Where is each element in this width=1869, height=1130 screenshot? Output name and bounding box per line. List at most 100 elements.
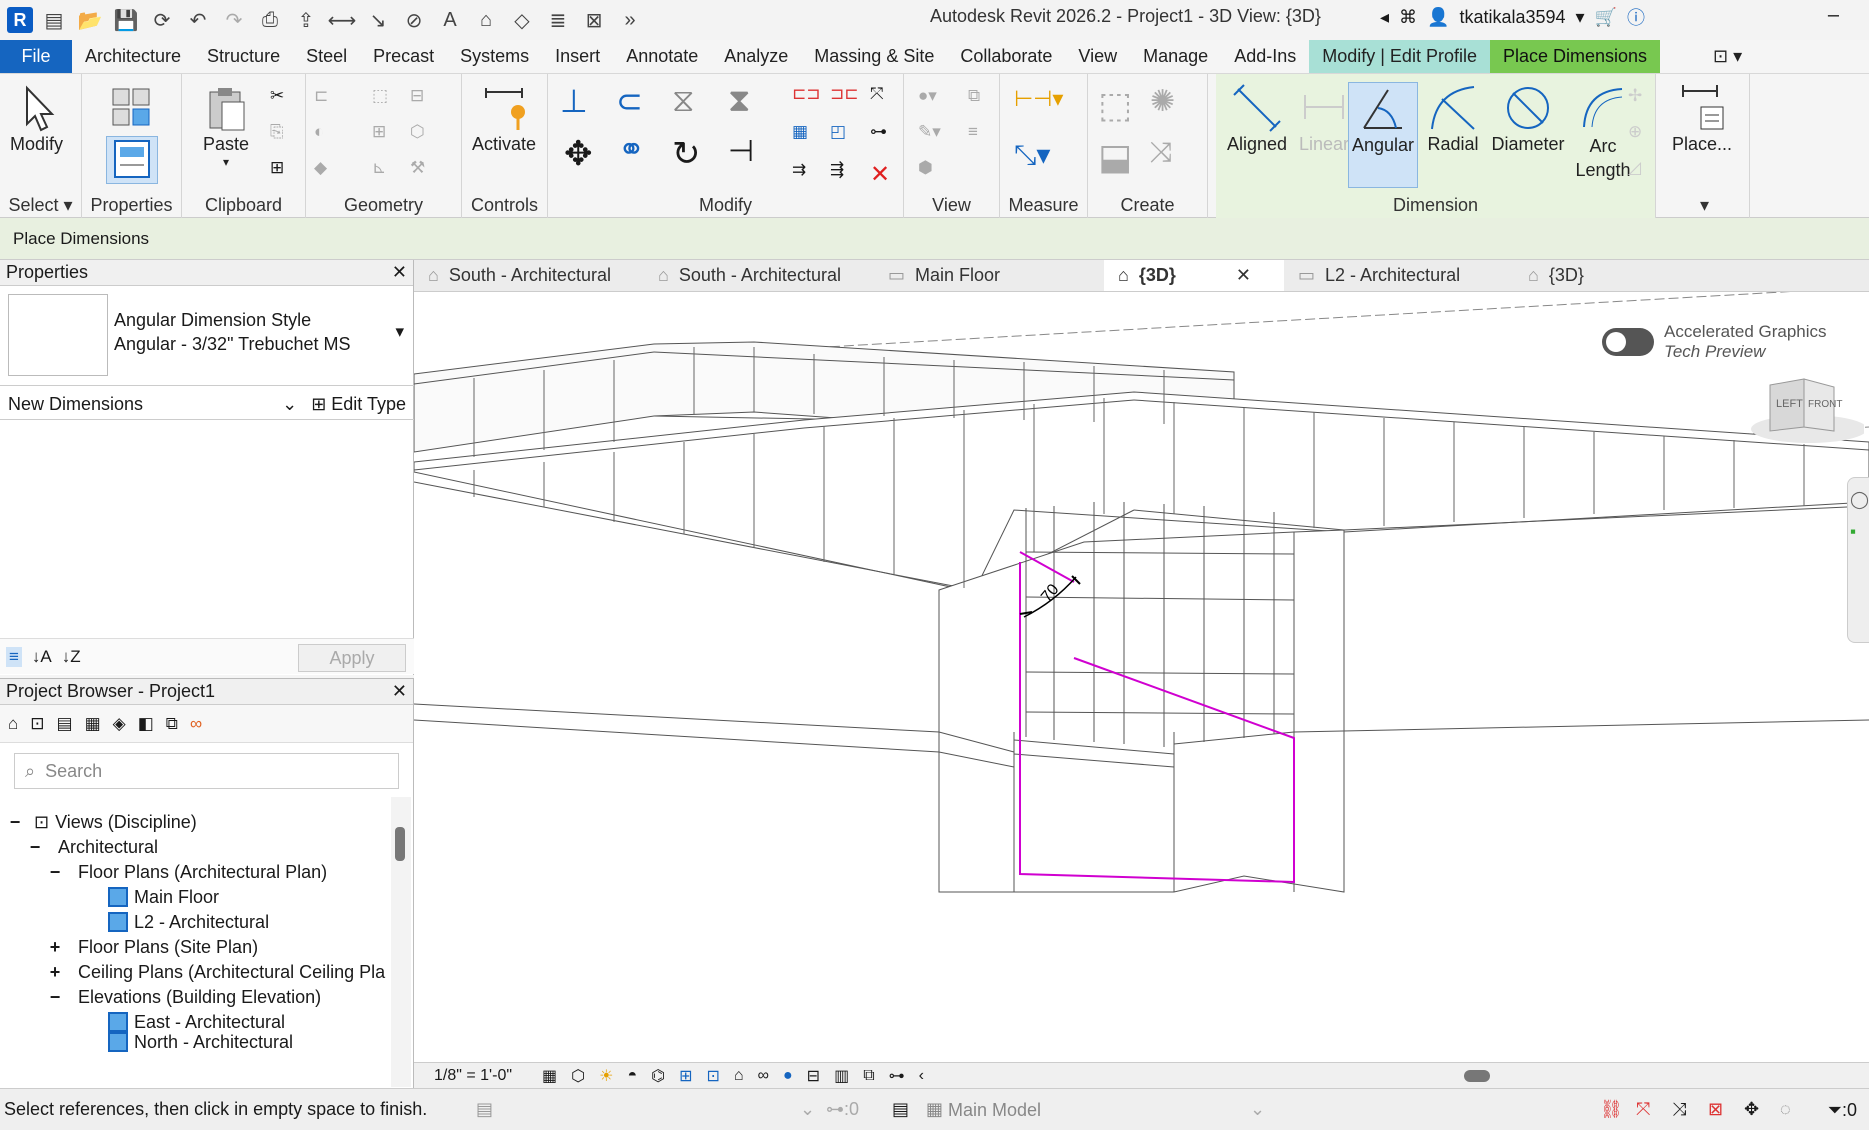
spot-elevation-icon[interactable]: ✢ <box>1628 86 1656 114</box>
split-icon[interactable]: ⊏⊐ <box>792 84 821 112</box>
3d-cube-icon[interactable]: ⬢ <box>918 158 946 186</box>
tab-precast[interactable]: Precast <box>360 40 447 73</box>
apply-button[interactable]: Apply <box>298 644 406 672</box>
tab-annotate[interactable]: Annotate <box>613 40 711 73</box>
aligned-dim-icon[interactable]: ↘ <box>363 5 393 35</box>
aligned-dimension-button[interactable]: Aligned <box>1222 82 1292 155</box>
tab-steel[interactable]: Steel <box>293 40 360 73</box>
angular-dimension-button[interactable]: Angular <box>1348 82 1418 188</box>
sun-path-icon[interactable]: ☀ <box>599 1066 613 1086</box>
offset-icon[interactable]: ⊂ <box>616 82 666 122</box>
section-icon[interactable]: ◇ <box>507 5 537 35</box>
save-icon[interactable]: 💾 <box>111 5 141 35</box>
radial-dimension-button[interactable]: Radial <box>1420 82 1486 155</box>
create-assembly-icon[interactable]: ⬚ <box>1098 84 1142 128</box>
type-selector[interactable]: Angular Dimension Style Angular - 3/32" … <box>0 286 414 386</box>
sort-category-icon[interactable]: ≡ <box>6 646 22 667</box>
paste-button[interactable]: Paste ▾ <box>200 82 252 169</box>
rendering-icon[interactable]: ⌬ <box>651 1066 665 1086</box>
back-icon[interactable]: ◂ <box>1380 7 1389 28</box>
worksets-icon[interactable]: ▤ <box>476 1099 493 1120</box>
create-parts-icon[interactable]: ✺ <box>1150 84 1194 128</box>
undo-icon[interactable]: ↶ <box>183 5 213 35</box>
match-type-icon[interactable]: ⊞ <box>270 158 298 186</box>
temp-hide-icon[interactable]: ∞ <box>758 1067 769 1085</box>
home-icon[interactable]: ▤ <box>39 5 69 35</box>
properties-close-icon[interactable]: ✕ <box>392 262 407 283</box>
tab-architecture[interactable]: Architecture <box>72 40 194 73</box>
linework-icon[interactable]: ✎▾ <box>918 122 946 150</box>
cart-icon[interactable]: 🛒 <box>1595 7 1617 28</box>
tab-3d-second[interactable]: ⌂ {3D} <box>1514 260 1744 291</box>
view-range-icon[interactable]: ≡ <box>968 122 996 150</box>
tab-add-ins[interactable]: Add-Ins <box>1221 40 1309 73</box>
copy-element-icon[interactable]: ⚭ <box>618 130 658 170</box>
drag-elements-icon[interactable]: ✥ <box>1744 1099 1759 1120</box>
tab-massing-site[interactable]: Massing & Site <box>801 40 947 73</box>
crop-region-icon[interactable]: ⊡ <box>707 1066 720 1086</box>
families-icon[interactable]: ◈ <box>113 714 126 734</box>
sort-az-icon[interactable]: ↓A <box>32 647 52 667</box>
groups-icon[interactable]: ◧ <box>138 714 154 734</box>
tab-insert[interactable]: Insert <box>542 40 613 73</box>
tab-l2-architectural[interactable]: ▭ L2 - Architectural <box>1284 260 1514 291</box>
browser-search-input[interactable]: ⌕ Search <box>14 753 399 789</box>
detail-level-icon[interactable]: ▦ <box>542 1066 557 1086</box>
spot-slope-icon[interactable]: ◿ <box>1628 158 1656 186</box>
browser-close-icon[interactable]: ✕ <box>392 681 407 702</box>
measure-between-icon[interactable]: ⊢⊣▾ <box>1014 86 1074 114</box>
activate-button[interactable]: Activate <box>472 82 536 155</box>
trim-multiple-icon[interactable]: ⇉ <box>792 160 820 188</box>
demolish-icon[interactable]: ◆ <box>314 158 342 186</box>
view-scale[interactable]: 1/8" = 1'-0" <box>434 1067 512 1085</box>
cut-geometry-icon[interactable]: ⬚ <box>372 86 400 114</box>
navigation-bar[interactable]: ◯ ▪ <box>1847 477 1869 643</box>
unlocked-3d-icon[interactable]: ⌂ <box>734 1067 744 1085</box>
wall-joins-icon[interactable]: ◐ <box>314 122 342 150</box>
paint-icon[interactable]: ⬡ <box>410 122 438 150</box>
create-group-icon[interactable]: ⬓ <box>1098 136 1142 180</box>
tab-modify-edit-profile[interactable]: Modify | Edit Profile <box>1309 40 1490 73</box>
analytical-model-icon[interactable]: ⧉ <box>863 1067 874 1085</box>
redo-icon[interactable]: ↷ <box>219 5 249 35</box>
accelerated-graphics-toggle[interactable]: Accelerated Graphics Tech Preview <box>1602 322 1827 362</box>
design-options-icon[interactable]: ▤ <box>892 1099 909 1120</box>
filter-count[interactable]: ⏷:0 <box>1828 1100 1857 1121</box>
place-button[interactable]: Place... <box>1672 82 1732 155</box>
binoculars-icon[interactable]: ⌘ <box>1399 7 1417 28</box>
paste-dropdown-icon[interactable]: ▾ <box>223 155 229 169</box>
export-icon[interactable]: ⇪ <box>291 5 321 35</box>
trim-icon[interactable]: ⊣ <box>728 134 768 174</box>
print-icon[interactable]: ⎙ <box>255 5 285 35</box>
measure-along-icon[interactable]: ⤡▾ <box>1014 138 1074 170</box>
tab-south-architectural-2[interactable]: ⌂ South - Architectural <box>644 260 874 291</box>
editable-only-icon[interactable]: ⊶:0 <box>826 1099 859 1120</box>
schedules-icon[interactable]: ▤ <box>57 714 73 734</box>
edit-type-button[interactable]: ⊞ Edit Type <box>311 394 406 415</box>
create-similar-icon[interactable]: ⤨ <box>1150 136 1194 180</box>
instance-dropdown-icon[interactable]: ⌄ <box>282 394 297 415</box>
view-cube[interactable]: LEFT FRONT <box>1744 367 1867 456</box>
shadows-icon[interactable]: ◓ <box>627 1067 637 1085</box>
tab-manage[interactable]: Manage <box>1130 40 1221 73</box>
revit-logo[interactable]: R <box>7 7 33 33</box>
split-face-icon[interactable]: ⊞ <box>372 122 400 150</box>
3d-view-icon[interactable]: ⌂ <box>471 5 501 35</box>
minimize-button[interactable]: – <box>1828 4 1839 27</box>
sort-za-icon[interactable]: ↓Z <box>62 647 81 667</box>
model-dropdown-icon[interactable]: ⌄ <box>1250 1099 1265 1120</box>
select-links-icon[interactable]: ⛓ <box>1600 1099 1623 1120</box>
crop-view-icon[interactable]: ⊞ <box>679 1066 692 1086</box>
thin-lines-icon[interactable]: ≣ <box>543 5 573 35</box>
beam-icon[interactable]: ⊾ <box>372 158 400 186</box>
revit-links-icon[interactable]: ⧉ <box>166 714 178 734</box>
browser-scrollbar[interactable] <box>391 797 411 1087</box>
tab-file[interactable]: File <box>0 40 72 73</box>
tab-main-floor[interactable]: ▭ Main Floor <box>874 260 1104 291</box>
delete-icon[interactable]: ✕ <box>870 160 898 188</box>
diameter-dimension-button[interactable]: Diameter <box>1488 82 1568 155</box>
array-icon[interactable]: ▦ <box>792 122 820 150</box>
username[interactable]: tkatikala3594 <box>1459 7 1565 28</box>
constraints-icon[interactable]: ⊶ <box>889 1066 905 1086</box>
hide-icon[interactable]: ●▾ <box>918 86 946 114</box>
